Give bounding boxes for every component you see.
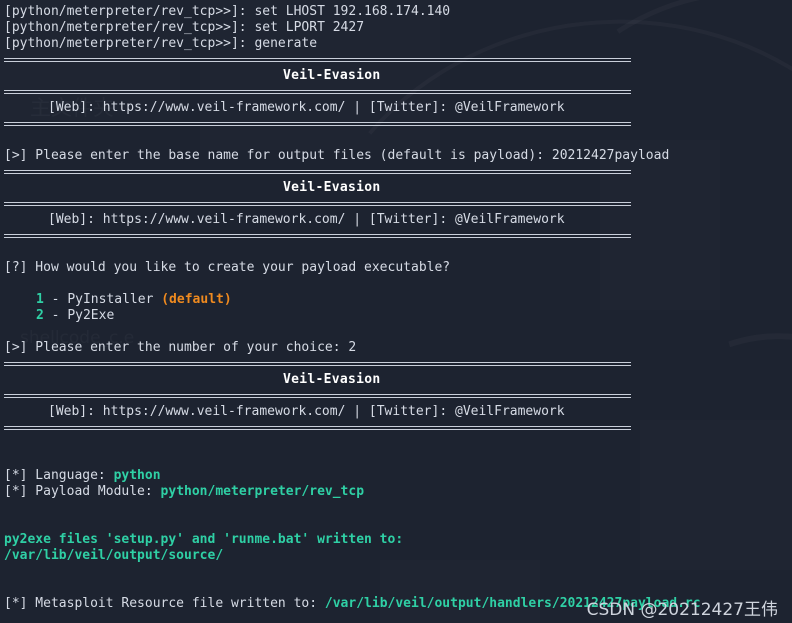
banner-link: [Web]: https://www.veil-framework.com/ |… [48,212,565,227]
banner-title: Veil-Evasion [283,68,381,83]
payload-module-label: [*] Payload Module: [4,484,161,499]
banner-title: Veil-Evasion [283,180,381,195]
language-line: [*] Language: python [0,468,792,484]
banner-separator [0,52,792,68]
payload-module-line: [*] Payload Module: python/meterpreter/r… [0,484,792,500]
command-line: [python/meterpreter/rev_tcp>>]: set LPOR… [4,20,365,35]
banner-link: [Web]: https://www.veil-framework.com/ |… [48,404,565,419]
command-line: [python/meterpreter/rev_tcp>>]: generate [4,36,318,51]
menu-option-default-tag: (default) [161,292,232,307]
menu-option-label: PyInstaller [67,292,162,307]
menu-option-number: 2 [36,308,44,323]
menu-option-dash: - [43,308,68,323]
banner-separator [0,84,792,100]
language-label: [*] Language: [4,468,114,483]
menu-option-pyinstaller[interactable]: 1 - PyInstaller (default) [0,292,792,308]
banner-separator [0,388,792,404]
executable-question: [?] How would you like to create your pa… [4,260,451,275]
basename-prompt: [>] Please enter the base name for outpu… [4,148,670,163]
csdn-watermark: CSDN @20212427王伟 [586,600,778,620]
payload-module-value: python/meterpreter/rev_tcp [160,484,365,499]
py2exe-written-line: py2exe files 'setup.py' and 'runme.bat' … [4,532,404,547]
menu-option-label: Py2Exe [67,308,115,323]
menu-option-dash: - [43,292,68,307]
banner-separator [0,356,792,372]
py2exe-written-path: /var/lib/veil/output/source/ [4,548,224,563]
banner-separator [0,164,792,180]
banner-separator [0,420,792,436]
banner-link: [Web]: https://www.veil-framework.com/ |… [48,100,565,115]
banner-separator [0,228,792,244]
metasploit-resource-label: [*] Metasploit Resource file written to: [4,596,325,611]
menu-option-number: 1 [36,292,44,307]
terminal-window: 主文件夹 shellcode_c.e [python/meterpreter/r… [0,0,792,623]
menu-option-py2exe[interactable]: 2 - Py2Exe [0,308,792,324]
terminal-output[interactable]: [python/meterpreter/rev_tcp>>]: set LHOS… [0,0,792,623]
choice-prompt: [>] Please enter the number of your choi… [4,340,357,355]
banner-separator [0,116,792,132]
command-line: [python/meterpreter/rev_tcp>>]: set LHOS… [4,4,451,19]
banner-separator [0,196,792,212]
language-value: python [113,468,161,483]
banner-title: Veil-Evasion [283,372,381,387]
